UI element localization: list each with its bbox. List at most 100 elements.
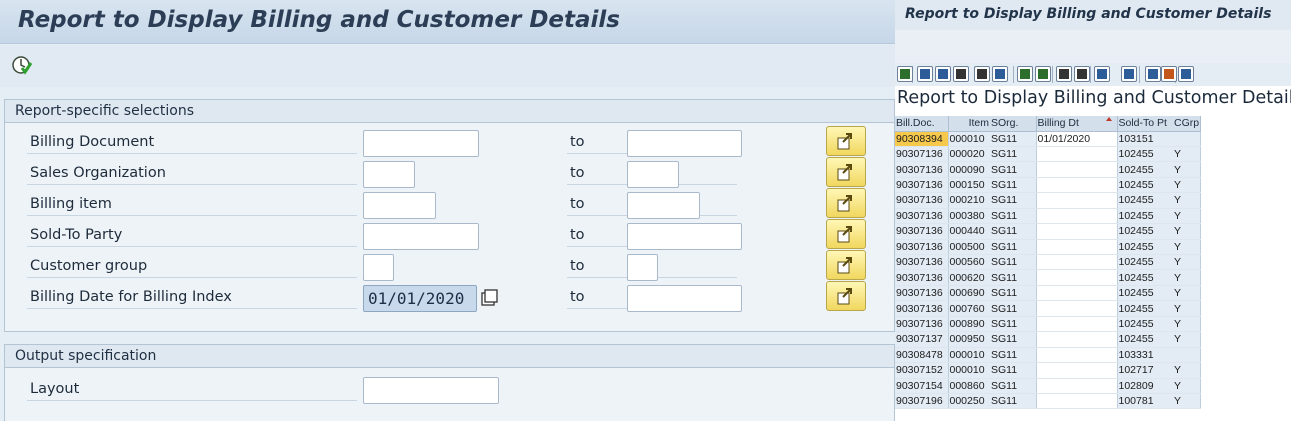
table-row[interactable]: 90307152 000010 SG11 102717 Y [895, 362, 1202, 379]
cell-sorg[interactable]: SG11 [990, 378, 1037, 394]
cell-sold[interactable]: 100781 [1116, 393, 1173, 410]
cell-sold[interactable]: 102455 [1116, 161, 1173, 178]
table-row[interactable]: 90307136 000020 SG11 102455 Y [895, 146, 1202, 163]
cell-sold[interactable]: 102455 [1116, 254, 1173, 271]
cell-sorg[interactable]: SG11 [990, 239, 1037, 256]
column-header[interactable]: SOrg. [990, 116, 1037, 132]
sold-to-party-low-input[interactable] [363, 223, 479, 250]
cell-item[interactable]: 000760 [948, 300, 990, 317]
table-row[interactable]: 90307136 000440 SG11 102455 Y [895, 223, 1202, 240]
cell-sorg[interactable]: SG11 [990, 316, 1037, 333]
cell-item[interactable]: 000560 [948, 254, 990, 271]
cell-sold[interactable]: 102455 [1116, 177, 1173, 194]
cell-cgrp[interactable]: Y [1173, 269, 1202, 286]
cell-sorg[interactable]: SG11 [990, 300, 1037, 317]
cell-doc[interactable]: 90307136 [895, 269, 949, 286]
billing-date-low-input[interactable]: 01/01/2020 [363, 285, 477, 312]
cell-date[interactable] [1036, 362, 1117, 379]
multiple-selection-button[interactable] [826, 219, 866, 249]
cell-cgrp[interactable]: Y [1173, 316, 1202, 333]
column-header[interactable]: Billing Dt [1036, 116, 1118, 132]
cell-date[interactable] [1036, 316, 1117, 333]
cell-doc[interactable]: 90307196 [895, 393, 949, 410]
table-row[interactable]: 90307136 000690 SG11 102455 Y [895, 285, 1202, 302]
column-header[interactable]: CGrp [1173, 116, 1202, 132]
graphic-icon[interactable] [1161, 66, 1177, 82]
cell-doc[interactable]: 90307136 [895, 239, 949, 256]
billing-item-low-input[interactable] [363, 192, 436, 219]
cell-cgrp[interactable]: Y [1173, 300, 1202, 317]
cell-date[interactable] [1036, 208, 1117, 225]
cell-sold[interactable]: 102455 [1116, 269, 1173, 286]
cell-date[interactable] [1036, 393, 1117, 410]
execute-icon[interactable] [11, 54, 33, 76]
print-icon[interactable] [1056, 66, 1072, 82]
export-icon[interactable] [1094, 66, 1110, 82]
table-row[interactable]: 90307136 000560 SG11 102455 Y [895, 254, 1202, 271]
cell-doc[interactable]: 90307136 [895, 285, 949, 302]
cell-date[interactable] [1036, 347, 1117, 364]
cell-cgrp[interactable]: Y [1173, 223, 1202, 240]
cell-doc[interactable]: 90307136 [895, 208, 949, 225]
table-row[interactable]: 90307136 000760 SG11 102455 Y [895, 300, 1202, 317]
cell-sorg[interactable]: SG11 [990, 269, 1037, 286]
cell-item[interactable]: 000950 [948, 331, 990, 348]
cell-sold[interactable]: 102455 [1116, 223, 1173, 240]
cell-doc[interactable]: 90308478 [895, 347, 949, 364]
cell-sold[interactable]: 102809 [1116, 378, 1173, 394]
cell-item[interactable]: 000500 [948, 239, 990, 256]
cell-cgrp[interactable]: Y [1173, 393, 1202, 410]
cell-item[interactable]: 000690 [948, 285, 990, 302]
cell-doc[interactable]: 90307136 [895, 254, 949, 271]
column-header[interactable]: Sold-To Pt [1117, 116, 1173, 132]
cell-cgrp[interactable]: Y [1173, 161, 1202, 178]
cell-sorg[interactable]: SG11 [990, 161, 1037, 178]
cell-sorg[interactable]: SG11 [990, 208, 1037, 225]
cell-sold[interactable]: 102455 [1116, 208, 1173, 225]
cell-sorg[interactable]: SG11 [990, 177, 1037, 194]
cell-cgrp[interactable]: Y [1173, 177, 1202, 194]
cell-sorg[interactable]: SG11 [990, 131, 1037, 147]
cell-cgrp[interactable]: Y [1173, 254, 1202, 271]
cell-cgrp[interactable]: Y [1173, 362, 1202, 379]
table-row[interactable]: 90307136 000380 SG11 102455 Y [895, 208, 1202, 225]
cell-item[interactable]: 000250 [948, 393, 990, 410]
cell-date[interactable] [1036, 239, 1117, 256]
multiple-selection-button[interactable] [826, 188, 866, 218]
cell-item[interactable]: 000210 [948, 192, 990, 209]
cell-sold[interactable]: 102455 [1116, 239, 1173, 256]
cell-doc[interactable]: 90307136 [895, 146, 949, 163]
cell-doc[interactable]: 90307154 [895, 378, 949, 394]
cell-date[interactable] [1036, 192, 1117, 209]
cell-cgrp[interactable] [1173, 131, 1202, 147]
table-row[interactable]: 90307136 000210 SG11 102455 Y [895, 192, 1202, 209]
cell-item[interactable]: 000020 [948, 146, 990, 163]
cell-doc[interactable]: 90307136 [895, 223, 949, 240]
sort-descending-icon[interactable] [935, 66, 951, 82]
abc-analysis-icon[interactable] [1145, 66, 1161, 82]
table-row[interactable]: 90307136 000500 SG11 102455 Y [895, 239, 1202, 256]
find-next-icon[interactable] [974, 66, 990, 82]
cell-sold[interactable]: 103151 [1116, 131, 1173, 147]
cell-sorg[interactable]: SG11 [990, 393, 1037, 410]
cell-item[interactable]: 000010 [948, 131, 990, 147]
cell-date[interactable] [1036, 285, 1117, 302]
cell-date[interactable]: 01/01/2020 [1036, 131, 1117, 147]
cell-date[interactable] [1036, 269, 1117, 286]
cell-item[interactable]: 000010 [948, 362, 990, 379]
cell-cgrp[interactable]: Y [1173, 208, 1202, 225]
sales-organization-low-input[interactable] [363, 161, 415, 188]
sort-ascending-icon[interactable] [917, 66, 933, 82]
table-row[interactable]: 90307196 000250 SG11 100781 Y [895, 393, 1202, 410]
cell-sold[interactable]: 102455 [1116, 192, 1173, 209]
cell-doc[interactable]: 90307136 [895, 300, 949, 317]
table-row[interactable]: 90307137 000950 SG11 102455 Y [895, 331, 1202, 348]
table-row[interactable]: 90308394 000010 SG11 01/01/2020 103151 [895, 131, 1202, 147]
billing-document-high-input[interactable] [627, 130, 742, 157]
cell-date[interactable] [1036, 254, 1117, 271]
cell-date[interactable] [1036, 223, 1117, 240]
cell-doc[interactable]: 90307136 [895, 316, 949, 333]
cell-doc[interactable]: 90307136 [895, 192, 949, 209]
sold-to-party-high-input[interactable] [627, 223, 742, 250]
cell-sorg[interactable]: SG11 [990, 146, 1037, 163]
